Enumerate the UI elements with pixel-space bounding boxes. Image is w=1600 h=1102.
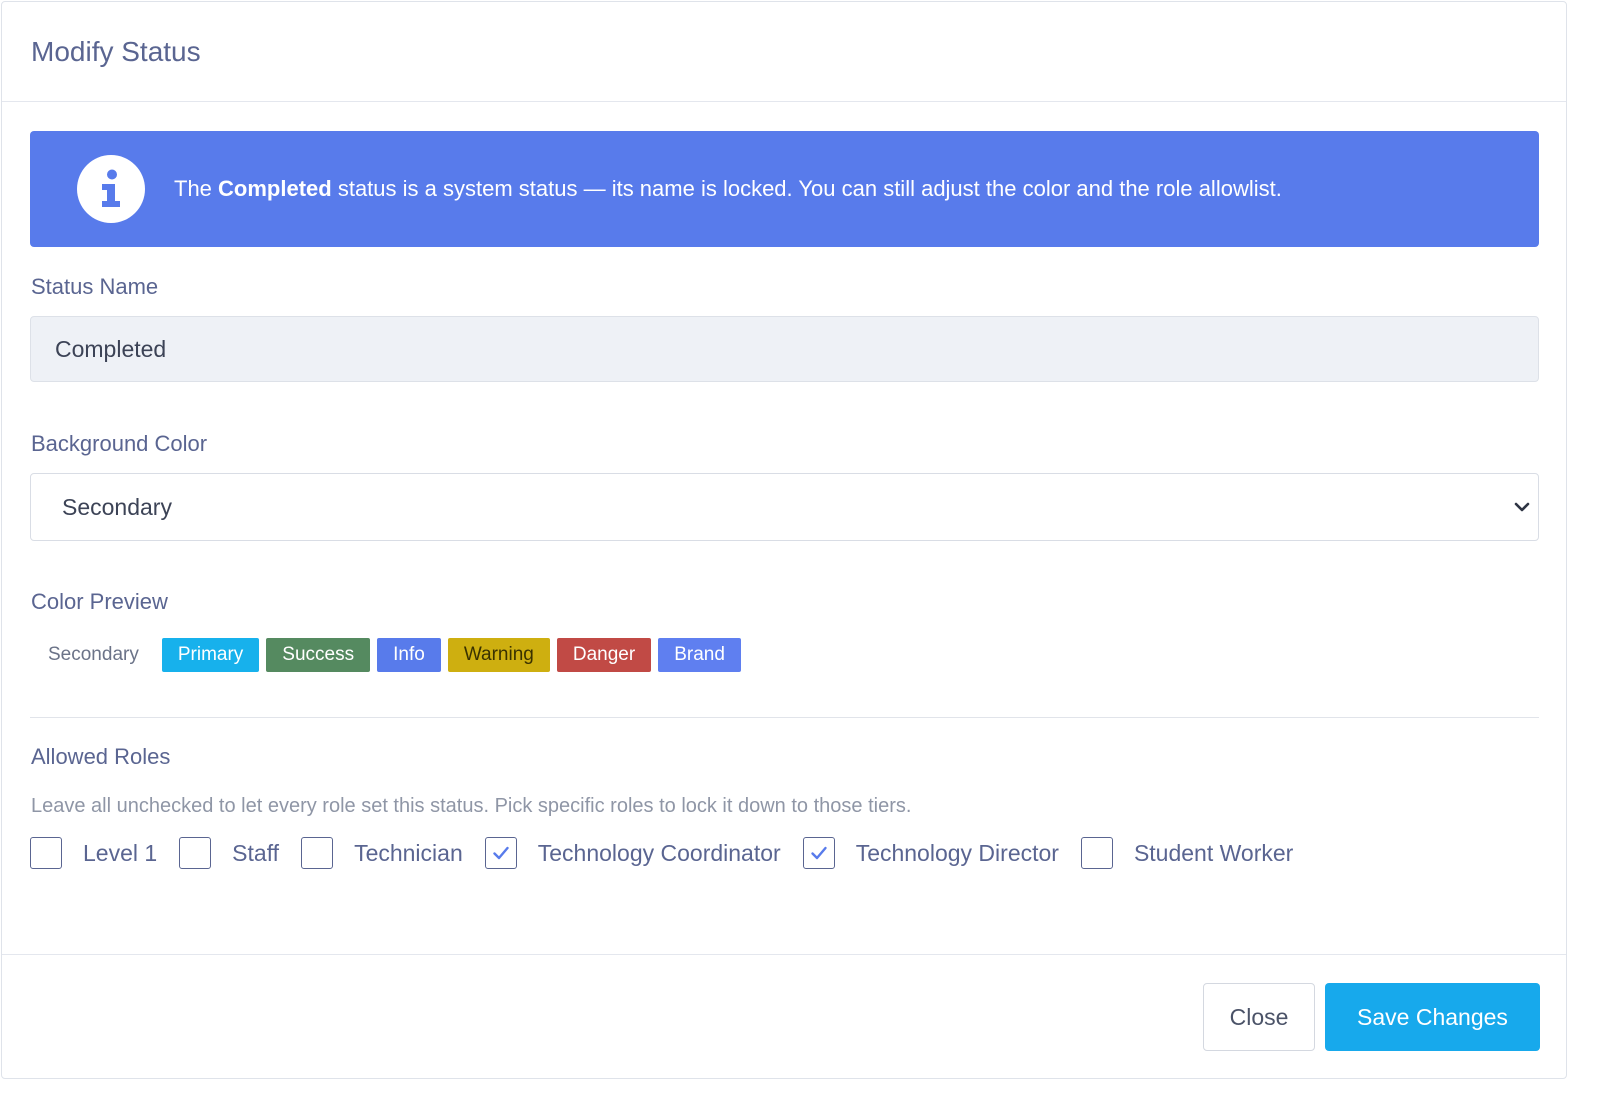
role-label-level-1: Level 1 <box>83 839 158 866</box>
badge-secondary: Secondary <box>30 638 157 672</box>
role-option-staff[interactable]: Staff <box>179 837 279 869</box>
role-checkbox-technology-director[interactable] <box>802 837 835 869</box>
role-option-level-1[interactable]: Level 1 <box>30 837 157 869</box>
color-preview-row: Secondary Primary Success Info Warning Danger… <box>30 638 748 672</box>
badge-warning: Warning <box>447 638 550 672</box>
status-name-label: Status Name <box>31 274 159 299</box>
system-status-alert: The Completed status is a system status … <box>30 131 1539 247</box>
modal-header: Modify Status <box>2 2 1566 102</box>
status-name-input: Completed <box>30 316 1539 382</box>
background-color-label: Background Color <box>31 431 208 456</box>
background-color-selected-value: Secondary <box>62 494 172 520</box>
badge-success: Success <box>266 638 371 672</box>
allowed-roles-label: Allowed Roles <box>31 744 171 769</box>
role-option-student-worker[interactable]: Student Worker <box>1080 837 1294 869</box>
role-checkbox-technology-coordinator[interactable] <box>484 837 517 869</box>
badge-primary: Primary <box>161 638 260 672</box>
save-changes-button[interactable]: Save Changes <box>1325 983 1540 1051</box>
roles-checkbox-group: Level 1 Staff Technician Technology Coordin… <box>30 836 1315 870</box>
badge-brand: Brand <box>658 638 741 672</box>
color-preview-label: Color Preview <box>31 589 168 614</box>
role-checkbox-level-1[interactable] <box>30 837 62 869</box>
alert-status-name: Completed <box>218 176 332 201</box>
close-button[interactable]: Close <box>1203 983 1315 1051</box>
allowed-roles-help: Leave all unchecked to let every role se… <box>31 795 912 817</box>
role-checkbox-student-worker[interactable] <box>1080 837 1113 869</box>
role-label-technician: Technician <box>354 839 463 866</box>
role-label-technology-director: Technology Director <box>855 839 1059 866</box>
role-label-student-worker: Student Worker <box>1133 839 1294 866</box>
chevron-down-icon <box>1514 502 1530 512</box>
badge-info: Info <box>377 638 441 672</box>
modify-status-modal: Modify Status The Completed status is a … <box>1 1 1567 1079</box>
info-circle-icon <box>77 155 145 223</box>
background-color-select[interactable]: Secondary <box>30 473 1539 541</box>
section-divider <box>30 717 1539 718</box>
alert-message: The Completed status is a system status … <box>174 176 1282 201</box>
modal-title: Modify Status <box>31 35 201 67</box>
checkmark-icon <box>493 846 509 860</box>
checkmark-icon <box>810 846 827 860</box>
role-checkbox-technician[interactable] <box>301 837 334 869</box>
role-checkbox-staff[interactable] <box>179 837 212 869</box>
badge-danger: Danger <box>556 638 652 672</box>
role-label-technology-coordinator: Technology Coordinator <box>537 839 781 866</box>
role-label-staff: Staff <box>232 839 280 866</box>
role-option-technician[interactable]: Technician <box>301 837 463 869</box>
role-option-technology-director[interactable]: Technology Director <box>802 837 1059 869</box>
role-option-technology-coordinator[interactable]: Technology Coordinator <box>484 837 781 869</box>
modal-footer-divider <box>2 954 1566 955</box>
